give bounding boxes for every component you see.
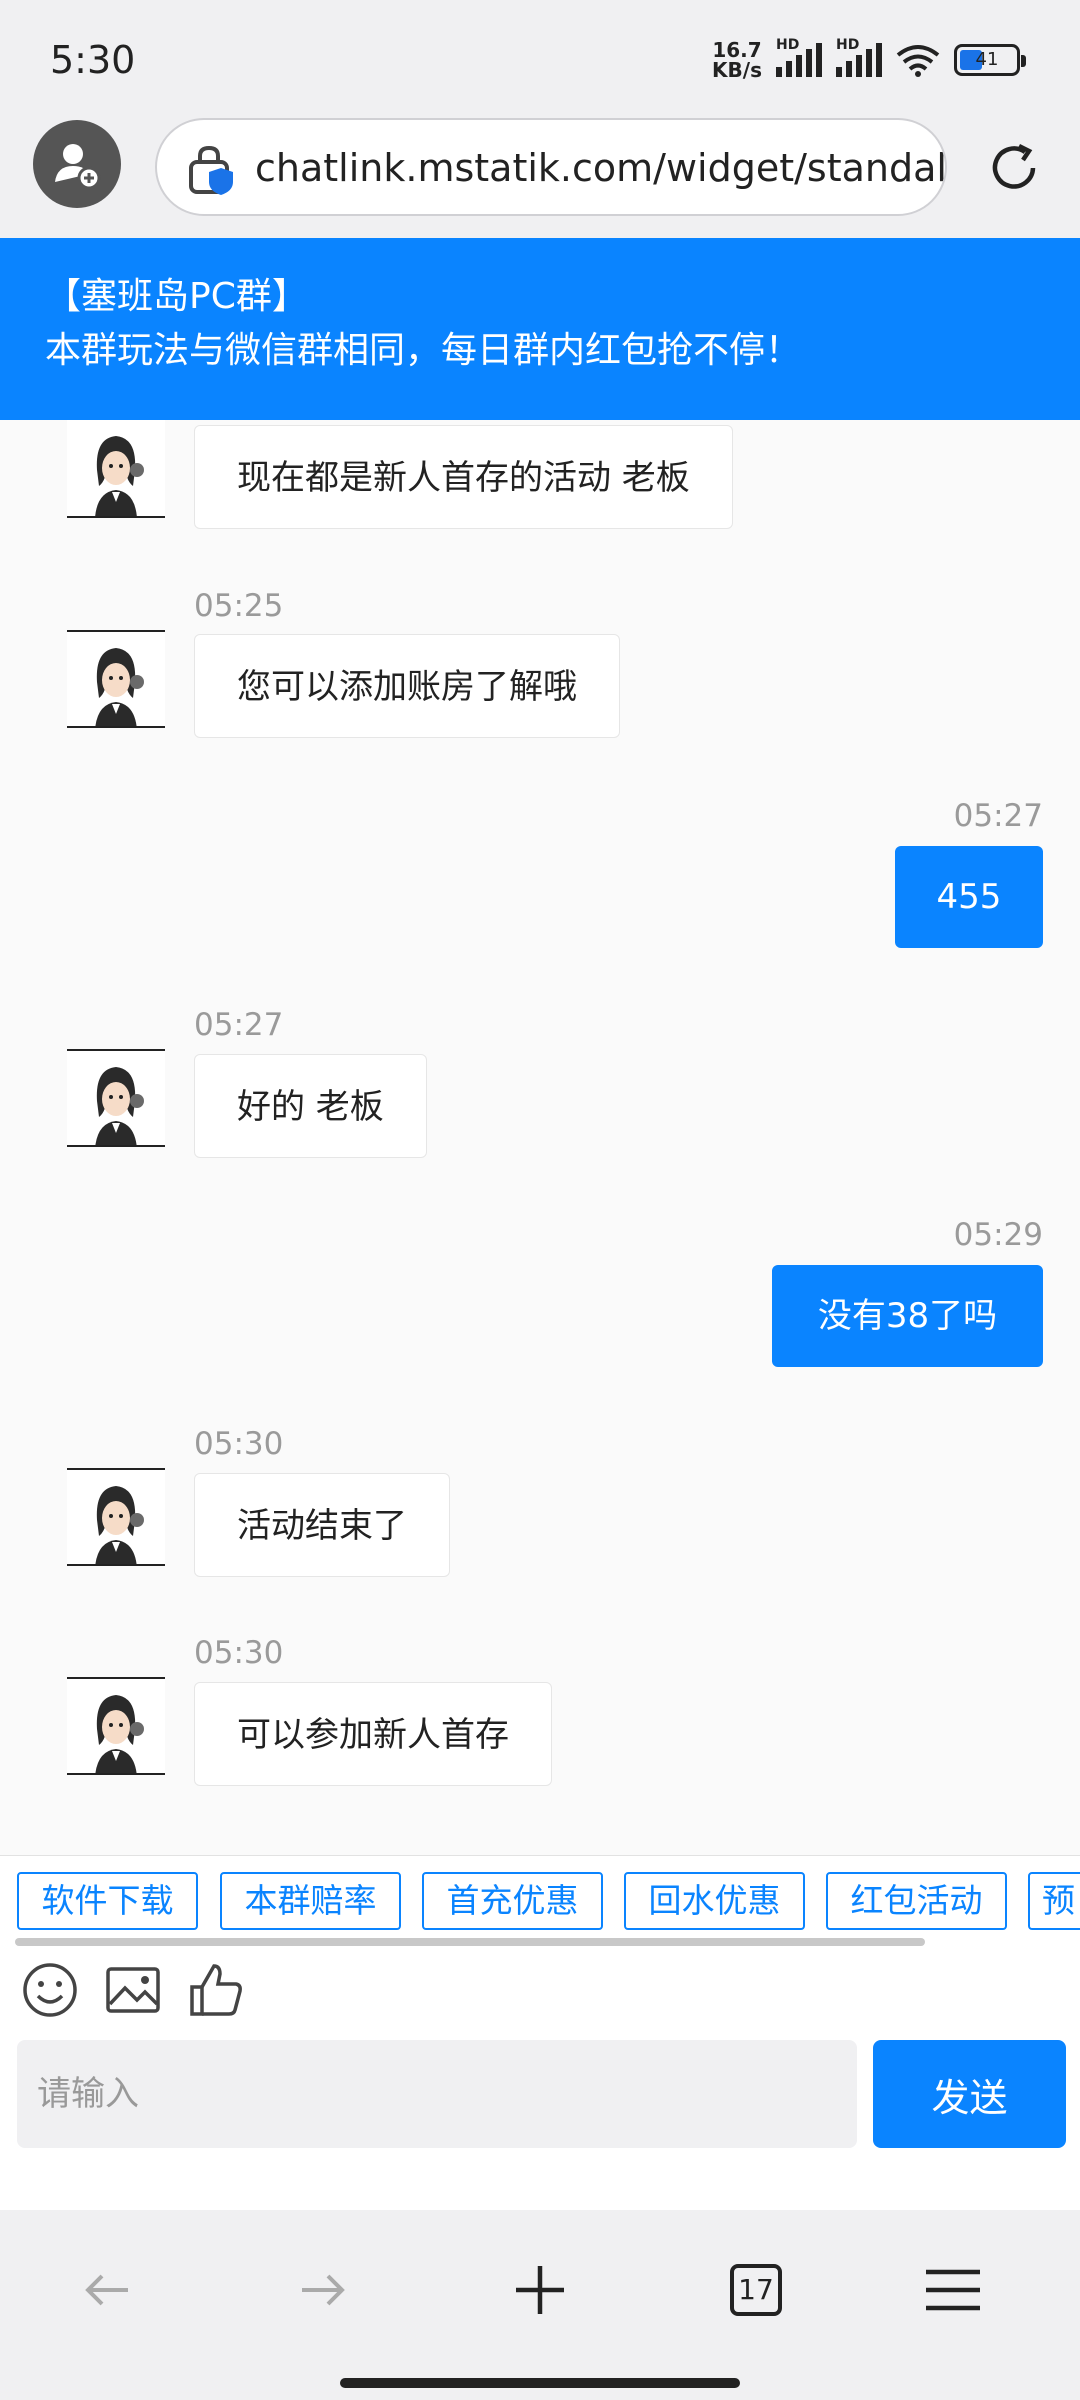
browser-bottom-nav: 17	[0, 2210, 1080, 2400]
send-button[interactable]: 发送	[873, 2040, 1066, 2148]
plus-icon	[516, 2266, 564, 2314]
quick-reply-next[interactable]: 预	[1028, 1872, 1080, 1930]
group-name: 【塞班岛PC群】	[45, 276, 308, 317]
message-bubble: 活动结束了	[194, 1473, 450, 1577]
quick-reply-first-deposit[interactable]: 首充优惠	[422, 1872, 603, 1930]
message-time: 05:27	[194, 1007, 284, 1043]
status-bar: 5:30 16.7 KB/s HD HD 41	[0, 0, 1080, 120]
message-bubble: 现在都是新人首存的活动 老板	[194, 425, 733, 529]
quick-reply-red-packet[interactable]: 红包活动	[826, 1872, 1007, 1930]
headset-agent-icon	[95, 648, 144, 726]
quick-reply-software-download[interactable]: 软件下载	[17, 1872, 198, 1930]
back-button[interactable]	[67, 2250, 147, 2330]
battery-icon: 41	[954, 44, 1026, 76]
chat-banner: 【塞班岛PC群】 本群玩法与微信群相同，每日群内红包抢不停！	[0, 238, 1080, 420]
status-icons: 16.7 KB/s HD HD 41	[712, 37, 1026, 80]
network-speed-unit: KB/s	[712, 58, 762, 82]
refresh-icon[interactable]	[985, 138, 1045, 198]
message-time: 05:29	[953, 1217, 1043, 1253]
image-icon[interactable]	[103, 1960, 163, 2020]
signal-sim2-icon: HD	[836, 37, 882, 77]
message-bubble: 可以参加新人首存	[194, 1682, 552, 1786]
arrow-right-icon	[302, 2274, 345, 2306]
thumbs-up-icon[interactable]	[186, 1960, 246, 2020]
message-time: 05:30	[194, 1426, 284, 1462]
browser-toolbar: chatlink.mstatik.com/widget/standalone	[0, 110, 1080, 240]
message-bubble-outgoing: 没有38了吗	[772, 1265, 1043, 1367]
message-bubble: 好的 老板	[194, 1054, 427, 1158]
home-indicator[interactable]	[340, 2378, 740, 2388]
headset-agent-icon	[95, 1695, 144, 1773]
headset-agent-icon	[95, 1486, 144, 1564]
agent-avatar	[67, 1677, 165, 1775]
quick-reply-bar[interactable]: 软件下载 本群赔率 首充优惠 回水优惠 红包活动 预	[0, 1855, 1080, 1950]
profile-button[interactable]	[33, 120, 121, 208]
emoji-icon[interactable]	[20, 1960, 80, 2020]
status-time: 5:30	[50, 38, 136, 82]
url-text: chatlink.mstatik.com/widget/standalone	[255, 146, 947, 190]
arrow-left-icon	[85, 2274, 128, 2306]
menu-button[interactable]	[913, 2250, 993, 2330]
quick-reply-rebate[interactable]: 回水优惠	[624, 1872, 805, 1930]
hamburger-menu-icon	[926, 2269, 980, 2311]
network-speed: 16.7 KB/s	[712, 40, 762, 80]
wifi-icon	[896, 45, 940, 77]
forward-button[interactable]	[283, 2250, 363, 2330]
message-time: 05:30	[194, 1635, 284, 1671]
composer-tools	[0, 1950, 1080, 2040]
secure-lock-icon	[189, 145, 233, 195]
network-speed-value: 16.7	[712, 38, 762, 62]
message-list[interactable]: 现在都是新人首存的活动 老板 05:25 您可以添加账房了解哦 05:27 45…	[0, 420, 1080, 1855]
agent-avatar	[67, 630, 165, 728]
message-bubble: 您可以添加账房了解哦	[194, 634, 620, 738]
new-tab-button[interactable]	[500, 2250, 580, 2330]
agent-avatar	[67, 1468, 165, 1566]
quick-reply-group-odds[interactable]: 本群赔率	[220, 1872, 401, 1930]
tabs-button[interactable]: 17	[716, 2250, 796, 2330]
battery-level: 41	[975, 49, 999, 70]
agent-avatar	[67, 420, 165, 518]
message-time: 05:27	[953, 798, 1043, 834]
sim1-hd-label: HD	[776, 37, 800, 53]
message-time: 05:25	[194, 588, 284, 624]
add-user-icon	[55, 144, 101, 190]
message-input[interactable]	[17, 2040, 857, 2148]
address-bar[interactable]: chatlink.mstatik.com/widget/standalone	[155, 118, 947, 216]
agent-avatar	[67, 1049, 165, 1147]
headset-agent-icon	[95, 1067, 144, 1145]
sim2-hd-label: HD	[836, 37, 860, 53]
message-composer: 发送	[0, 2040, 1080, 2210]
group-notice: 本群玩法与微信群相同，每日群内红包抢不停！	[45, 330, 802, 371]
tabs-count: 17	[730, 2264, 782, 2316]
headset-agent-icon	[95, 436, 144, 516]
signal-sim1-icon: HD	[776, 37, 822, 77]
message-bubble-outgoing: 455	[895, 846, 1043, 948]
quick-reply-scrollbar[interactable]	[15, 1938, 925, 1946]
